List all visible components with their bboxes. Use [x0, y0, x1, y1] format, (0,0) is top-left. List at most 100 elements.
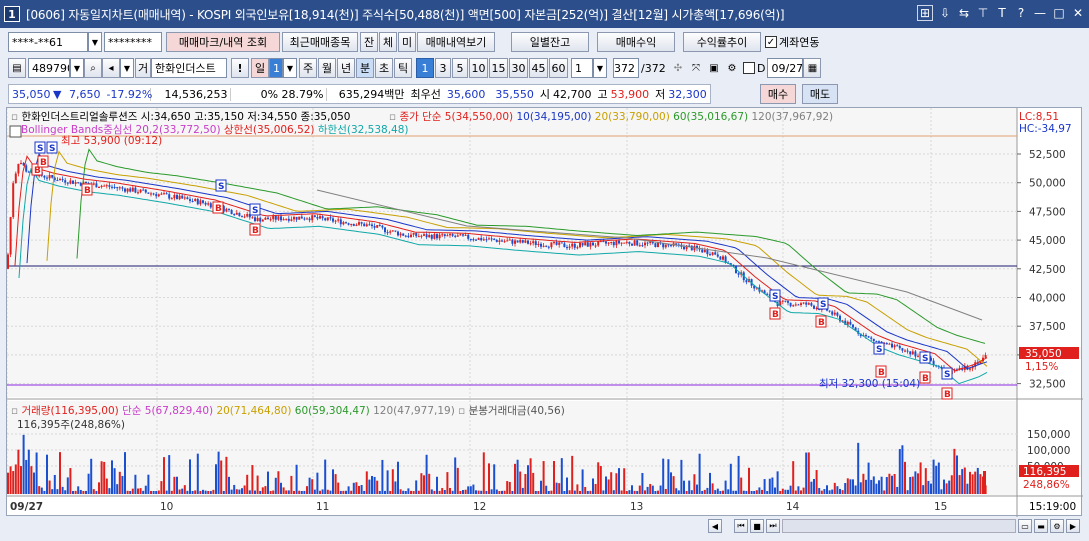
interval-45[interactable]: 45: [529, 58, 548, 78]
scroll-last-icon[interactable]: ⏭: [766, 519, 780, 533]
executed-button[interactable]: 체: [379, 32, 397, 52]
daily-count-field[interactable]: 1: [269, 58, 283, 78]
search-icon[interactable]: ⌕: [84, 58, 102, 78]
period-second[interactable]: 초: [375, 58, 393, 78]
help-icon[interactable]: ?: [1014, 5, 1028, 21]
candle-body: [173, 194, 176, 199]
minimize-icon[interactable]: —: [1033, 5, 1047, 21]
scroll-left-icon[interactable]: ◀: [708, 519, 722, 533]
close-icon[interactable]: ✕: [1071, 5, 1085, 21]
period-month[interactable]: 월: [318, 58, 336, 78]
stock-code-input[interactable]: 489790: [28, 58, 70, 78]
date-input[interactable]: 09/27: [767, 58, 804, 78]
sell-button[interactable]: 매도: [802, 84, 838, 104]
bars-shown-input[interactable]: 372: [613, 58, 639, 78]
link-icon[interactable]: ⇆: [957, 5, 971, 21]
account-dropdown-icon[interactable]: ▼: [88, 32, 102, 52]
candle-body: [667, 244, 670, 246]
scroll-track[interactable]: [782, 519, 1016, 533]
grid-toggle-icon[interactable]: [9, 125, 22, 138]
crosshair-icon[interactable]: ✣: [669, 58, 687, 78]
volume-bar: [316, 472, 319, 494]
candle-body: [745, 280, 748, 283]
daily-balance-button[interactable]: 일별잔고: [511, 32, 589, 52]
account-link-checkbox[interactable]: ✓ 계좌연동: [765, 34, 819, 50]
volume-bar: [443, 490, 446, 494]
candle-body: [794, 304, 797, 306]
password-input[interactable]: ********: [104, 32, 162, 52]
stop-icon[interactable]: ■: [750, 519, 764, 533]
maximize-icon[interactable]: □: [1052, 5, 1066, 21]
zoom-in-icon[interactable]: ▬: [1034, 519, 1048, 533]
balance-button[interactable]: 잔: [360, 32, 378, 52]
volume-bar: [207, 490, 210, 494]
zoom-out-icon[interactable]: ▭: [1018, 519, 1032, 533]
custom-interval-input[interactable]: 1: [571, 58, 593, 78]
recent-stocks-button[interactable]: 최근매매종목: [282, 32, 358, 52]
calendar-icon[interactable]: ▦: [803, 58, 822, 78]
top-icon[interactable]: ⊤: [976, 5, 990, 21]
date-checkbox[interactable]: [743, 62, 755, 74]
volume-bar: [901, 445, 904, 494]
period-minute[interactable]: 분: [356, 58, 374, 78]
volume-bar: [906, 490, 909, 494]
unexecuted-button[interactable]: 미: [398, 32, 416, 52]
buy-button[interactable]: 매수: [760, 84, 796, 104]
volume-bar: [350, 490, 353, 494]
volume-bar: [378, 490, 381, 494]
candle-body: [664, 244, 667, 248]
daily-dropdown-icon[interactable]: ▼: [283, 58, 297, 78]
interval-10[interactable]: 10: [469, 58, 488, 78]
alert-button[interactable]: !: [231, 58, 249, 78]
sound-icon[interactable]: ◂: [102, 58, 120, 78]
scroll-first-icon[interactable]: ⏮: [734, 519, 748, 533]
settings-gear-icon[interactable]: ⚙: [723, 58, 741, 78]
save-icon[interactable]: ▣: [705, 58, 723, 78]
volume-bar: [631, 485, 633, 494]
interval-1[interactable]: 1: [416, 58, 434, 78]
geo-button[interactable]: 거: [135, 58, 151, 78]
volume-bar: [620, 490, 623, 494]
volume-bar: [875, 483, 878, 494]
font-icon[interactable]: T: [995, 5, 1009, 21]
volume-bar: [230, 489, 233, 494]
volume-bar: [238, 489, 241, 494]
time-label: 15:19:00: [1029, 501, 1076, 513]
draw-tool-icon[interactable]: ⤧: [687, 58, 705, 78]
candle-body: [25, 165, 28, 172]
candle-body: [134, 187, 137, 193]
account-input[interactable]: ****-**61: [8, 32, 88, 52]
chart-type-icon[interactable]: ▤: [8, 58, 26, 78]
volume-bar: [337, 482, 340, 494]
layout-icon[interactable]: ⊞: [917, 5, 933, 21]
volume-bar: [449, 487, 451, 494]
candle-body: [269, 219, 272, 221]
interval-5[interactable]: 5: [452, 58, 468, 78]
chart-settings-icon[interactable]: ⚙: [1050, 519, 1064, 533]
candle-body: [722, 256, 724, 260]
custom-interval-dropdown-icon[interactable]: ▼: [593, 58, 607, 78]
pin-icon[interactable]: ⇩: [938, 5, 952, 21]
chart-svg[interactable]: S SBBB SB SBSBSBSBSB SB ▫ 한화인더스트리얼솔루션즈 시:34,…: [6, 108, 1083, 517]
interval-3[interactable]: 3: [435, 58, 451, 78]
chart-area[interactable]: SSBBBSBSBSBSBSBSBSB ▫ 한화인더스트리얼솔루션즈 시:34,…: [6, 107, 1083, 517]
candle-body: [186, 197, 189, 200]
interval-60[interactable]: 60: [549, 58, 568, 78]
candle-body: [436, 234, 438, 239]
period-tick[interactable]: 틱: [394, 58, 412, 78]
return-trend-button[interactable]: 수익률추이: [683, 32, 761, 52]
scroll-right-icon[interactable]: ▶: [1066, 519, 1080, 533]
chart-scrollbar[interactable]: ◀ ⏮ ■ ⏭ ▭ ▬ ⚙ ▶: [708, 518, 1080, 534]
volume-bar: [134, 474, 137, 494]
period-week[interactable]: 주: [299, 58, 317, 78]
sound-dropdown-icon[interactable]: ▼: [120, 58, 134, 78]
period-year[interactable]: 년: [337, 58, 355, 78]
daily-button[interactable]: 일: [251, 58, 269, 78]
code-dropdown-icon[interactable]: ▼: [70, 58, 84, 78]
interval-30[interactable]: 30: [509, 58, 528, 78]
interval-15[interactable]: 15: [489, 58, 508, 78]
trade-profit-button[interactable]: 매매수익: [597, 32, 675, 52]
trade-mark-button[interactable]: 매매마크/내역 조회: [166, 32, 280, 52]
checkbox-icon[interactable]: ✓: [765, 36, 777, 48]
history-view-button[interactable]: 매매내역보기: [417, 32, 495, 52]
